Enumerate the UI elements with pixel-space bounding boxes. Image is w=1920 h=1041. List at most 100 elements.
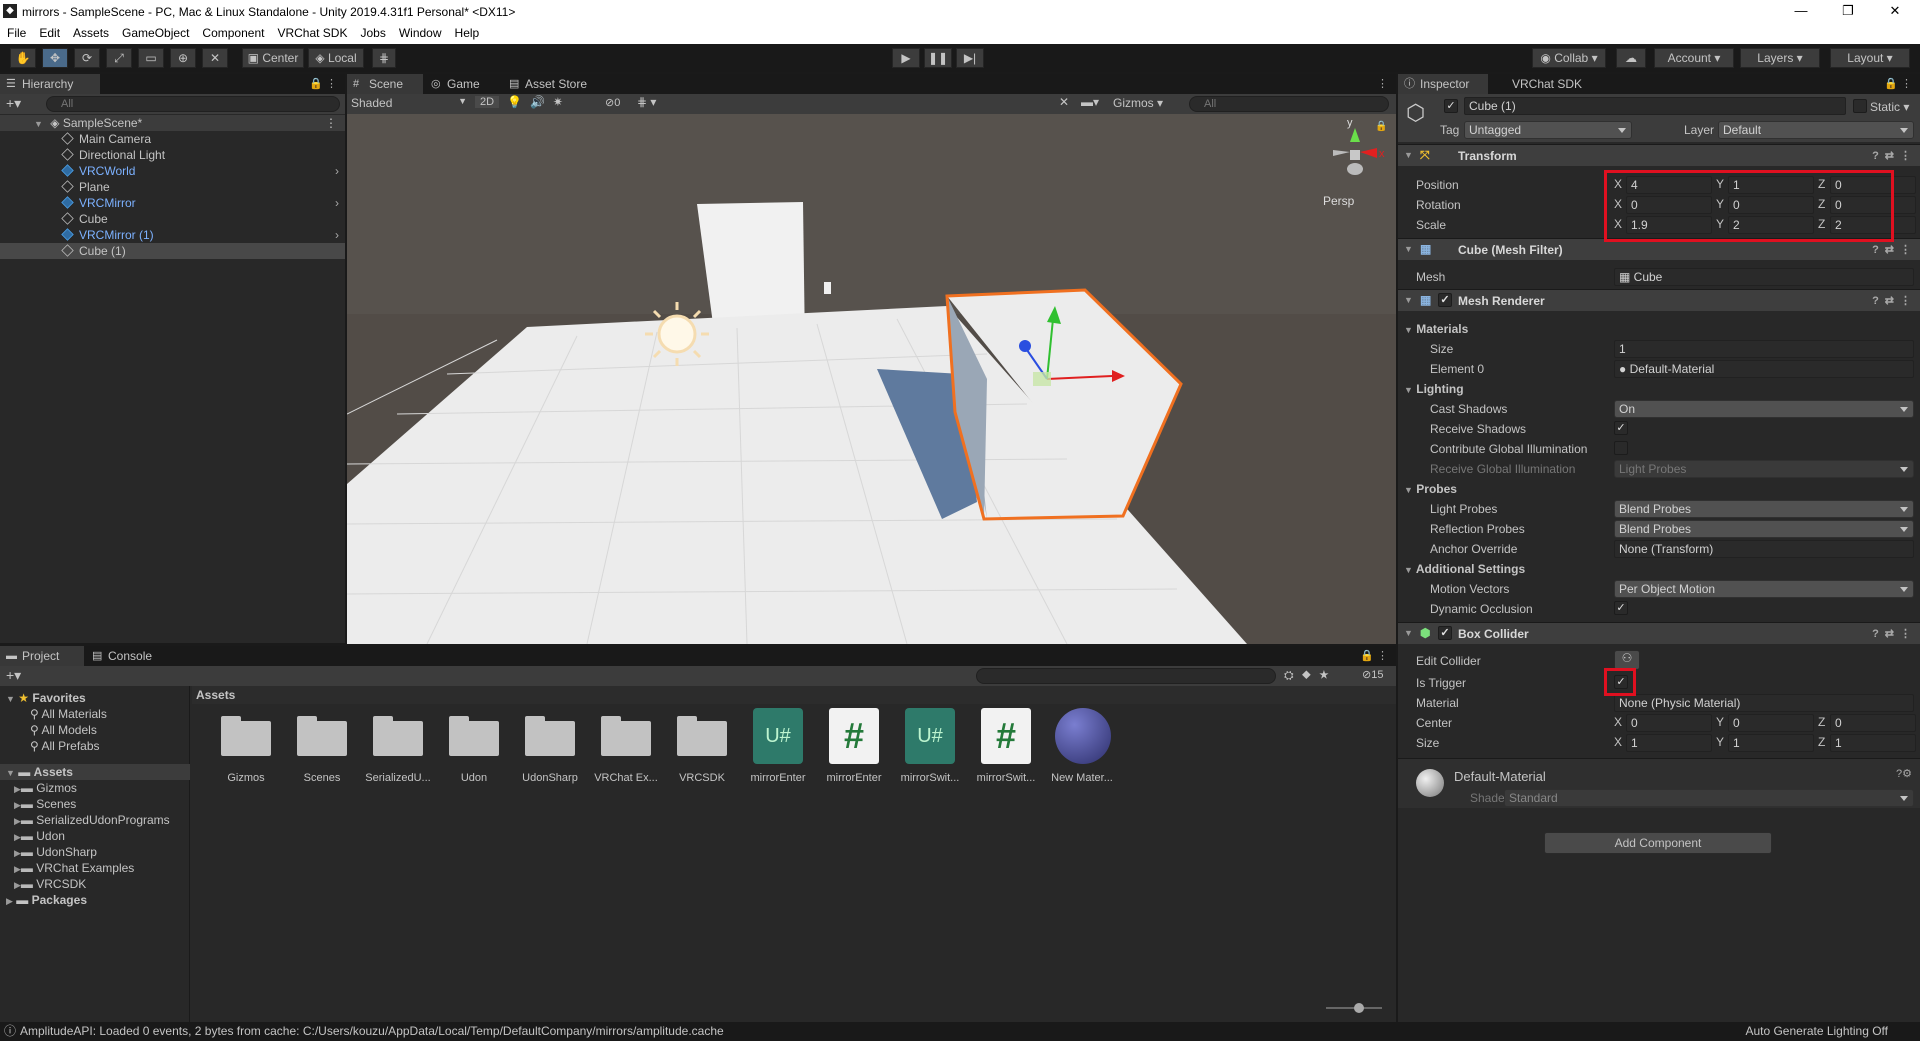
gizmos-dropdown[interactable]: Gizmos ▾ [1113,96,1163,110]
asset-item[interactable]: Udon [438,706,510,790]
hierarchy-item[interactable]: VRCWorld › [0,163,345,179]
asset-item[interactable]: # mirrorEnter [818,706,890,790]
menu-gameobject[interactable]: GameObject [115,24,195,40]
scene-viewport[interactable]: y x 🔒 Persp [347,114,1396,644]
mesh-renderer-header[interactable]: ▼ ▦ ✓ Mesh Renderer ?⇄⋮ [1398,289,1920,311]
asset-item[interactable]: VRCSDK [666,706,738,790]
collider-size-z-axis-label[interactable]: Z [1818,735,1825,749]
favorite-all-materials[interactable]: ⚲ All Materials [30,706,107,722]
hierarchy-item[interactable]: Cube [0,211,345,227]
tab-project[interactable]: ▬ Project [0,646,84,666]
shading-mode-dropdown[interactable]: Shaded ▼ [351,96,469,112]
tab-hierarchy[interactable]: ☰ Hierarchy [0,74,100,94]
expand-arrow-icon[interactable]: ▶ [14,797,21,813]
materials-foldout[interactable]: ▼ Materials [1404,322,1468,336]
component-help-settings-icons[interactable]: ?⇄⋮ [1872,294,1917,307]
collider-material-field[interactable]: None (Physic Material) [1614,694,1914,712]
collider-size-z-input[interactable]: 1 [1830,734,1916,752]
add-component-button[interactable]: Add Component [1544,832,1772,854]
static-checkbox[interactable] [1853,99,1867,113]
move-tool-icon[interactable]: ✥ [42,48,68,68]
menu-edit[interactable]: Edit [32,24,66,40]
menu-component[interactable]: Component [195,24,270,40]
hand-tool-icon[interactable]: ✋ [10,48,36,68]
expand-arrow-icon[interactable]: ▶ [14,829,21,845]
assets-root[interactable]: ▼ ▬ Assets [0,764,190,780]
asset-tree-folder[interactable]: ▶ ▬ UdonSharp [14,844,97,860]
reflection-probes-dropdown[interactable]: Blend Probes [1614,520,1914,538]
anchor-override-field[interactable]: None (Transform) [1614,540,1914,558]
step-button[interactable]: ▶| [956,48,984,68]
icon-size-slider[interactable] [1326,1003,1382,1013]
materials-size-input[interactable]: 1 [1614,340,1914,358]
camera-settings-icon[interactable]: ▬▾ [1081,95,1099,109]
element0-field[interactable]: ● Default-Material [1614,360,1914,378]
component-help-settings-icons[interactable]: ?⇄⋮ [1872,149,1917,162]
asset-tree-folder[interactable]: ▶ ▬ Udon [14,828,65,844]
prefab-open-arrow-icon[interactable]: › [335,195,339,211]
tag-dropdown[interactable]: Untagged [1464,121,1632,139]
filter-type-icon[interactable]: ⛭ [1284,668,1302,682]
scene-menu-icon[interactable]: ⋮ [1377,77,1388,90]
scene-grid-icon[interactable]: ⋕ ▾ [637,95,656,109]
project-lock-icon[interactable]: 🔒 ⋮ [1360,649,1388,662]
tab-vrchat-sdk[interactable]: VRChat SDK [1490,74,1590,94]
collider-center-x-input[interactable]: 0 [1626,714,1712,732]
static-label[interactable]: Static ▾ [1870,100,1909,114]
expand-arrow-icon[interactable]: ▼ [34,116,43,132]
prefab-open-arrow-icon[interactable]: › [335,227,339,243]
mesh-renderer-enabled-checkbox[interactable]: ✓ [1438,293,1452,307]
scene-menu-icon[interactable]: ⋮ [325,115,337,131]
receive-shadows-checkbox[interactable]: ✓ [1614,421,1628,435]
hierarchy-item[interactable]: VRCMirror (1) › [0,227,345,243]
asset-item[interactable]: New Mater... [1046,706,1118,790]
hierarchy-item[interactable]: Directional Light [0,147,345,163]
close-button[interactable]: ✕ [1872,0,1918,24]
asset-tree-folder[interactable]: ▶ ▬ VRCSDK [14,876,86,892]
component-help-settings-icons[interactable]: ?⇄⋮ [1872,243,1917,256]
mode-2d-button[interactable]: 2D [475,96,499,108]
create-plus-icon[interactable]: +▾ [6,95,21,112]
hierarchy-item[interactable]: Cube (1) [0,243,345,259]
hierarchy-item[interactable]: Main Camera [0,131,345,147]
filter-label-icon[interactable]: ◆ [1302,668,1319,682]
breadcrumb-assets[interactable]: Assets [196,688,235,702]
favorite-all-models[interactable]: ⚲ All Models [30,722,97,738]
box-collider-enabled-checkbox[interactable]: ✓ [1438,626,1452,640]
prefab-open-arrow-icon[interactable]: › [335,163,339,179]
restore-button[interactable]: ❐ [1825,0,1871,24]
asset-item[interactable]: U# mirrorSwit... [894,706,966,790]
hidden-packages-counter[interactable]: ⊘15 [1362,668,1383,681]
menu-file[interactable]: File [0,24,32,40]
contribute-gi-checkbox[interactable] [1614,441,1628,455]
asset-item[interactable]: # mirrorSwit... [970,706,1042,790]
layer-dropdown[interactable]: Default [1718,121,1914,139]
pause-button[interactable]: ❚❚ [924,48,952,68]
persp-label[interactable]: Persp [1323,194,1355,208]
packages-root[interactable]: ▶ ▬ Packages [0,892,87,908]
hierarchy-item[interactable]: Plane [0,179,345,195]
scene-view-toggles[interactable]: 💡🔊✷ [507,95,571,109]
play-button[interactable]: ▶ [892,48,920,68]
tab-console[interactable]: ▤ Console [86,646,170,666]
motion-vectors-dropdown[interactable]: Per Object Motion [1614,580,1914,598]
edit-collider-button[interactable]: ⚇ [1614,650,1640,670]
scene-search-input[interactable] [1189,96,1389,112]
auto-lighting-status[interactable]: Auto Generate Lighting Off [1745,1022,1888,1041]
rotate-tool-icon[interactable]: ⟳ [74,48,100,68]
collider-center-z-input[interactable]: 0 [1830,714,1916,732]
transform-header[interactable]: ▼ ⤧ Transform ?⇄⋮ [1398,144,1920,166]
asset-tree-folder[interactable]: ▶ ▬ VRChat Examples [14,860,134,876]
create-asset-plus-icon[interactable]: +▾ [6,667,21,684]
favorite-all-prefabs[interactable]: ⚲ All Prefabs [30,738,100,754]
tab-inspector[interactable]: ⓘ Inspector [1398,74,1488,94]
asset-item[interactable]: Gizmos [210,706,282,790]
hierarchy-search-input[interactable] [46,96,340,112]
collider-size-x-axis-label[interactable]: X [1614,735,1622,749]
lock-icon[interactable]: 🔒 ⋮ [309,77,337,90]
scale-tool-icon[interactable]: ⤢ [106,48,132,68]
collider-size-x-input[interactable]: 1 [1626,734,1712,752]
additional-settings-foldout[interactable]: ▼ Additional Settings [1404,562,1525,576]
pivot-center-button[interactable]: ▣ Center [242,48,304,68]
asset-item[interactable]: SerializedU... [362,706,434,790]
